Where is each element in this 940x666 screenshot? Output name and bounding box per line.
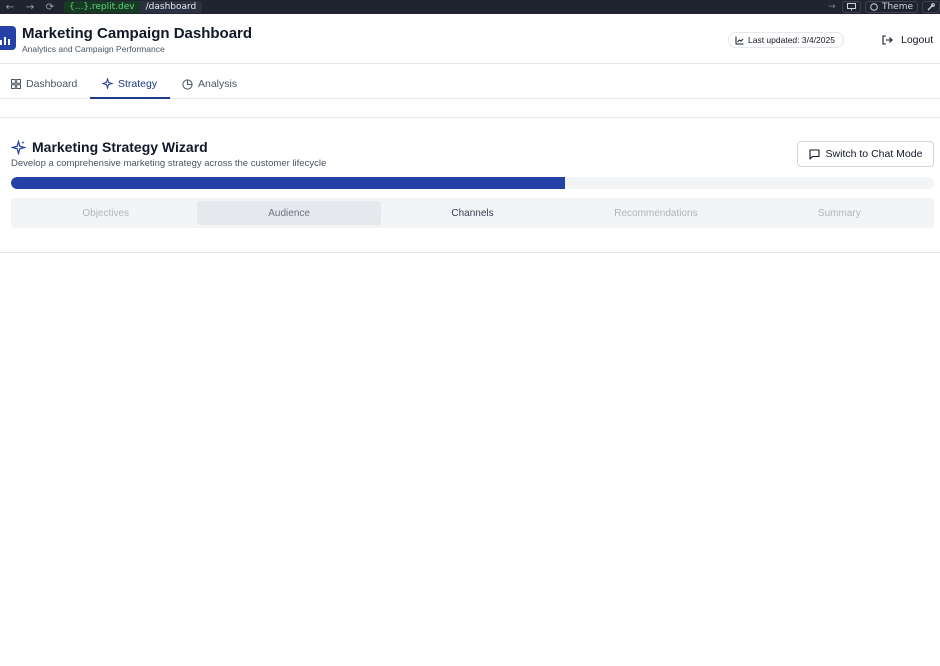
chat-button-label: Switch to Chat Mode: [825, 148, 923, 160]
forward-icon[interactable]: →: [20, 0, 40, 14]
reload-icon[interactable]: ⟳: [40, 0, 60, 14]
theme-label: Theme: [881, 2, 913, 12]
section-divider: [0, 117, 940, 118]
wrench-icon: [927, 3, 935, 11]
tab-label: Dashboard: [26, 78, 78, 90]
switch-to-chat-button[interactable]: Switch to Chat Mode: [797, 141, 934, 167]
grid-icon: [11, 79, 21, 89]
line-chart-icon: [735, 36, 744, 44]
wizard-progress-fill: [11, 177, 565, 189]
palette-icon: [870, 3, 878, 11]
logout-label: Logout: [901, 34, 934, 46]
address-bar[interactable]: {...}.replit.dev /dashboard: [64, 1, 203, 13]
url-path: /dashboard: [145, 2, 197, 12]
wizard-steps: Objectives Audience Channels Recommendation…: [11, 198, 934, 228]
tools-button[interactable]: [922, 1, 940, 13]
tab-label: Strategy: [118, 77, 158, 90]
page-title: Marketing Campaign Dashboard: [22, 25, 253, 42]
main-tabs: Dashboard Strategy Analysis: [0, 70, 940, 99]
message-square-icon: [808, 148, 820, 160]
tab-label: Analysis: [198, 78, 238, 90]
back-icon[interactable]: ←: [0, 0, 20, 14]
sparkles-icon: [102, 78, 113, 89]
sparkles-icon: [11, 139, 26, 155]
bar-chart-logo-icon: [0, 26, 16, 50]
wizard-title-text: Marketing Strategy Wizard: [32, 139, 208, 155]
logout-button[interactable]: Logout: [882, 32, 933, 48]
wizard-step-objectives[interactable]: Objectives: [14, 201, 197, 225]
pie-chart-icon: [182, 78, 193, 90]
section-divider: [0, 252, 940, 253]
tab-analysis[interactable]: Analysis: [182, 70, 237, 98]
wizard-title: Marketing Strategy Wizard: [11, 139, 208, 155]
wizard-step-summary[interactable]: Summary: [748, 201, 931, 225]
tab-dashboard[interactable]: Dashboard: [11, 70, 77, 98]
url-host: {...}.replit.dev: [64, 1, 140, 13]
wizard-progress-bar: [11, 177, 934, 189]
last-updated-text: Last updated: 3/4/2025: [748, 35, 835, 45]
last-updated-badge: Last updated: 3/4/2025: [728, 32, 844, 48]
theme-button[interactable]: Theme: [864, 1, 918, 13]
open-external-icon[interactable]: →: [826, 2, 838, 12]
device-preview-button[interactable]: [841, 1, 861, 13]
wizard-step-recommendations[interactable]: Recommendations: [564, 201, 747, 225]
monitor-icon: [846, 3, 856, 11]
logout-icon: [882, 35, 893, 45]
wizard-step-channels[interactable]: Channels: [381, 201, 564, 225]
wizard-step-audience[interactable]: Audience: [197, 201, 381, 225]
page-subtitle: Analytics and Campaign Performance: [22, 44, 165, 54]
tab-strategy[interactable]: Strategy: [90, 70, 170, 99]
app-header: Marketing Campaign Dashboard Analytics a…: [0, 18, 940, 64]
wizard-description: Develop a comprehensive marketing strate…: [11, 158, 327, 169]
browser-toolbar: ← → ⟳ {...}.replit.dev /dashboard → Them…: [0, 0, 940, 14]
